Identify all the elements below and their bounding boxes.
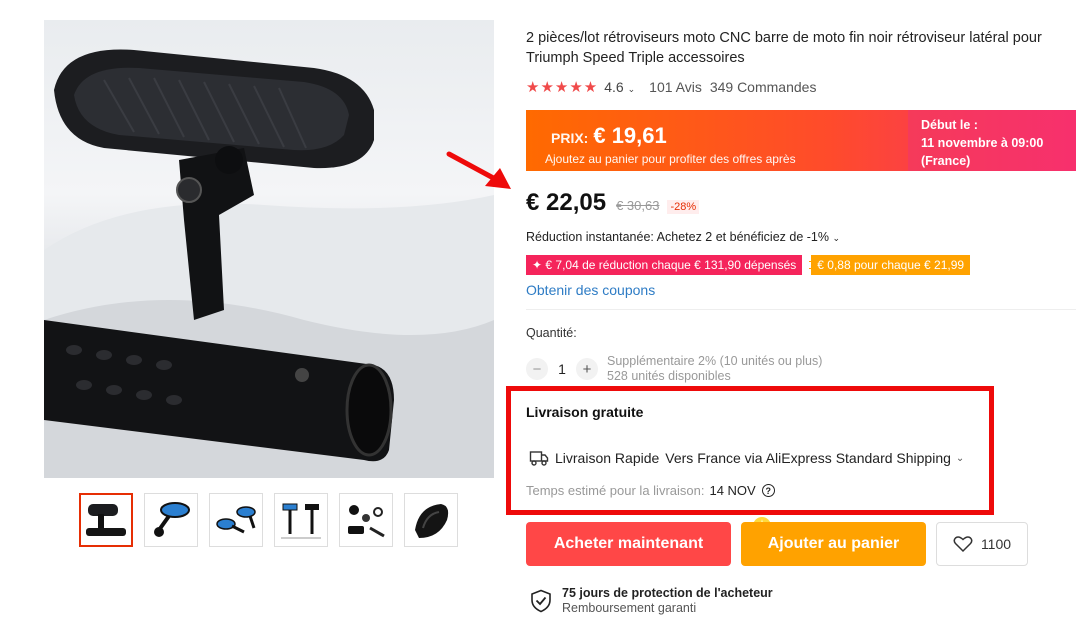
chevron-down-icon: ⌄	[955, 452, 965, 464]
thumbnail-mirror-dimensions	[281, 503, 321, 539]
product-title: 2 pièces/lot rétroviseurs moto CNC barre…	[526, 30, 1042, 66]
promo-start-label: Début le :	[921, 118, 978, 132]
thumbnail-3[interactable]	[209, 493, 263, 547]
thumbnail-mirror-pair	[216, 506, 256, 534]
thumbnail-5[interactable]	[339, 493, 393, 547]
product-info: 2 pièces/lot rétroviseurs moto CNC barre…	[526, 28, 1078, 96]
store-discount-tag[interactable]: ✦ € 7,04 de réduction chaque € 131,90 dé…	[526, 255, 803, 275]
current-price: € 22,05	[526, 189, 607, 216]
orders-count: 349 Commandes	[709, 79, 817, 95]
thumbnail-2[interactable]	[144, 493, 198, 547]
protection-subtitle: Remboursement garanti	[562, 601, 697, 615]
divider	[526, 309, 1076, 310]
bulk-discount-note: Supplémentaire 2% (10 unités ou plus)	[607, 354, 823, 368]
product-main-image[interactable]	[44, 20, 494, 478]
buyer-protection: 75 jours de protection de l'acheteur Rem…	[530, 586, 773, 616]
reviews-link[interactable]: 101 Avis	[649, 79, 702, 95]
quantity-decrease-button[interactable]: −	[526, 358, 548, 380]
star-icon: ★★★★★	[526, 79, 599, 96]
promo-start-region: (France)	[921, 154, 971, 168]
quantity-label: Quantité:	[526, 326, 577, 340]
shipping-highlight-box: Livraison gratuite Livraison Rapide Vers…	[506, 386, 994, 515]
delivery-estimate: Temps estimé pour la livraison: 14 NOV ?	[526, 483, 775, 498]
quantity-info: Supplémentaire 2% (10 unités ou plus) 52…	[607, 354, 822, 384]
shipping-method-selector[interactable]: Livraison Rapide Vers France via AliExpr…	[529, 449, 964, 467]
protection-title: 75 jours de protection de l'acheteur	[562, 586, 773, 600]
add-to-cart-button[interactable]: Ajouter au panier	[741, 522, 926, 566]
promo-price: € 19,61	[593, 123, 667, 148]
quantity-increase-button[interactable]: +	[576, 358, 598, 380]
promo-start-date: 11 novembre à 09:00	[921, 136, 1044, 150]
heart-icon	[953, 536, 973, 553]
thumbnail-4[interactable]	[274, 493, 328, 547]
original-price: € 30,63	[616, 198, 660, 213]
thumbnail-mounting-parts	[348, 505, 385, 538]
coupon-tags: ✦ € 7,04 de réduction chaque € 131,90 dé…	[526, 255, 971, 275]
red-arrow-icon	[446, 151, 511, 189]
price-row: € 22,05 € 30,63 -28%	[526, 189, 700, 217]
get-coupons-link[interactable]: Obtenir des coupons	[526, 282, 655, 298]
rating-score[interactable]: 4.6 ⌄	[604, 79, 635, 95]
delivery-date: 14 NOV	[709, 483, 756, 498]
coupon-tag[interactable]: € 0,88 pour chaque € 21,99	[809, 255, 971, 275]
thumbnail-blue-mirror	[154, 502, 190, 537]
wishlist-button[interactable]: 1100	[936, 522, 1028, 566]
quantity-stepper: − 1 + Supplémentaire 2% (10 unités ou pl…	[526, 354, 822, 384]
thumbnail-strip	[79, 493, 458, 547]
question-circle-icon[interactable]: ?	[761, 484, 775, 497]
promo-label: PRIX:	[551, 130, 589, 146]
thumbnail-mirror-back	[415, 504, 449, 538]
truck-icon	[529, 449, 549, 467]
shipping-title: Livraison gratuite	[526, 404, 644, 420]
wishlist-count: 1100	[980, 536, 1012, 552]
thumbnail-1[interactable]	[79, 493, 133, 547]
instant-discount[interactable]: Réduction instantanée: Achetez 2 et béné…	[526, 230, 840, 244]
thumbnail-mirror-closeup	[86, 504, 126, 536]
quantity-input[interactable]: 1	[548, 361, 576, 377]
delivery-estimate-label: Temps estimé pour la livraison:	[526, 483, 705, 498]
promo-start-info: Début le : 11 novembre à 09:00 (France)	[908, 110, 1076, 171]
stock-available: 528 unités disponibles	[607, 369, 731, 383]
thumbnail-6[interactable]	[404, 493, 458, 547]
shipping-carrier: Vers France via AliExpress Standard Ship…	[665, 450, 951, 466]
promo-price-block: PRIX: € 19,61 Ajoutez au panier pour pro…	[545, 123, 796, 166]
shipping-method: Livraison Rapide	[555, 450, 660, 466]
promo-banner: PRIX: € 19,61 Ajoutez au panier pour pro…	[526, 110, 1076, 171]
buy-now-button[interactable]: Acheter maintenant	[526, 522, 731, 566]
rating-row: ★★★★★ 4.6 ⌄ 101 Avis 349 Commandes	[526, 78, 816, 96]
discount-badge: -28%	[667, 200, 700, 214]
mirror-product-illustration	[44, 49, 494, 478]
shield-check-icon	[531, 589, 551, 613]
promo-note: Ajoutez au panier pour profiter des offr…	[545, 152, 796, 166]
